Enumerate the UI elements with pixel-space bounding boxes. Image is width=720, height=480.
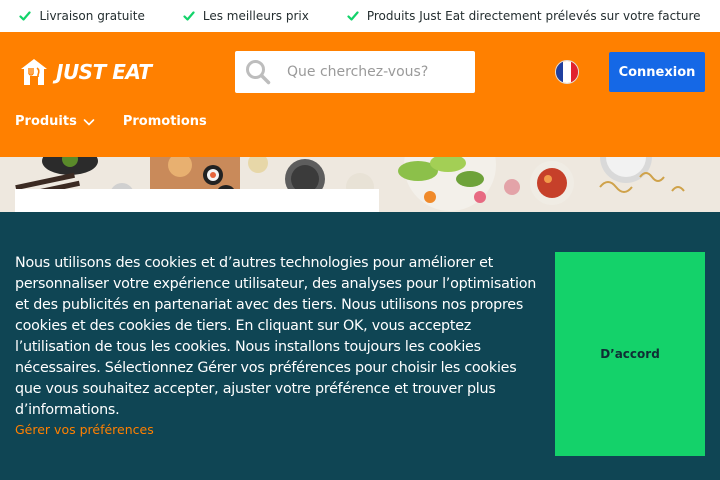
cookie-banner: Nous utilisons des cookies et d’autres t… bbox=[0, 212, 720, 480]
manage-preferences-link[interactable]: Gérer vos préférences bbox=[15, 422, 154, 437]
check-icon bbox=[19, 11, 32, 21]
check-icon bbox=[347, 11, 359, 21]
benefits-bar: Livraison gratuite Les meilleurs prix Pr… bbox=[0, 0, 720, 32]
benefit-label: Livraison gratuite bbox=[39, 9, 145, 23]
accept-cookies-button[interactable]: D’accord bbox=[555, 252, 705, 456]
benefit-label: Produits Just Eat directement prélevés s… bbox=[366, 9, 701, 23]
benefit-label: Les meilleurs prix bbox=[202, 9, 309, 23]
site-header: JUST EAT Connexion Produits Promotions bbox=[0, 32, 720, 157]
nav-item-label: Produits bbox=[15, 114, 77, 129]
login-button[interactable]: Connexion bbox=[609, 52, 705, 92]
nav-item-promotions[interactable]: Promotions bbox=[123, 114, 207, 129]
benefit-free-delivery: Livraison gratuite bbox=[19, 9, 145, 23]
main-nav: Produits Promotions bbox=[15, 114, 207, 129]
brand-logo[interactable]: JUST EAT bbox=[18, 56, 152, 88]
benefit-billing: Produits Just Eat directement prélevés s… bbox=[347, 9, 701, 23]
check-icon bbox=[183, 11, 195, 21]
search-box[interactable] bbox=[235, 51, 475, 93]
page: Livraison gratuite Les meilleurs prix Pr… bbox=[0, 0, 720, 480]
search-input[interactable] bbox=[287, 64, 457, 80]
nav-item-products[interactable]: Produits bbox=[15, 114, 95, 129]
nav-item-label: Promotions bbox=[122, 114, 207, 129]
cookie-text: Nous utilisons des cookies et d’autres t… bbox=[15, 255, 537, 418]
house-logo-icon bbox=[21, 59, 47, 85]
chevron-down-icon bbox=[83, 118, 95, 125]
benefit-best-prices: Les meilleurs prix bbox=[183, 9, 309, 23]
france-flag-icon[interactable] bbox=[555, 60, 579, 84]
hero-image bbox=[0, 157, 720, 217]
brand-name: JUST EAT bbox=[56, 60, 152, 84]
search-icon[interactable] bbox=[245, 59, 271, 85]
